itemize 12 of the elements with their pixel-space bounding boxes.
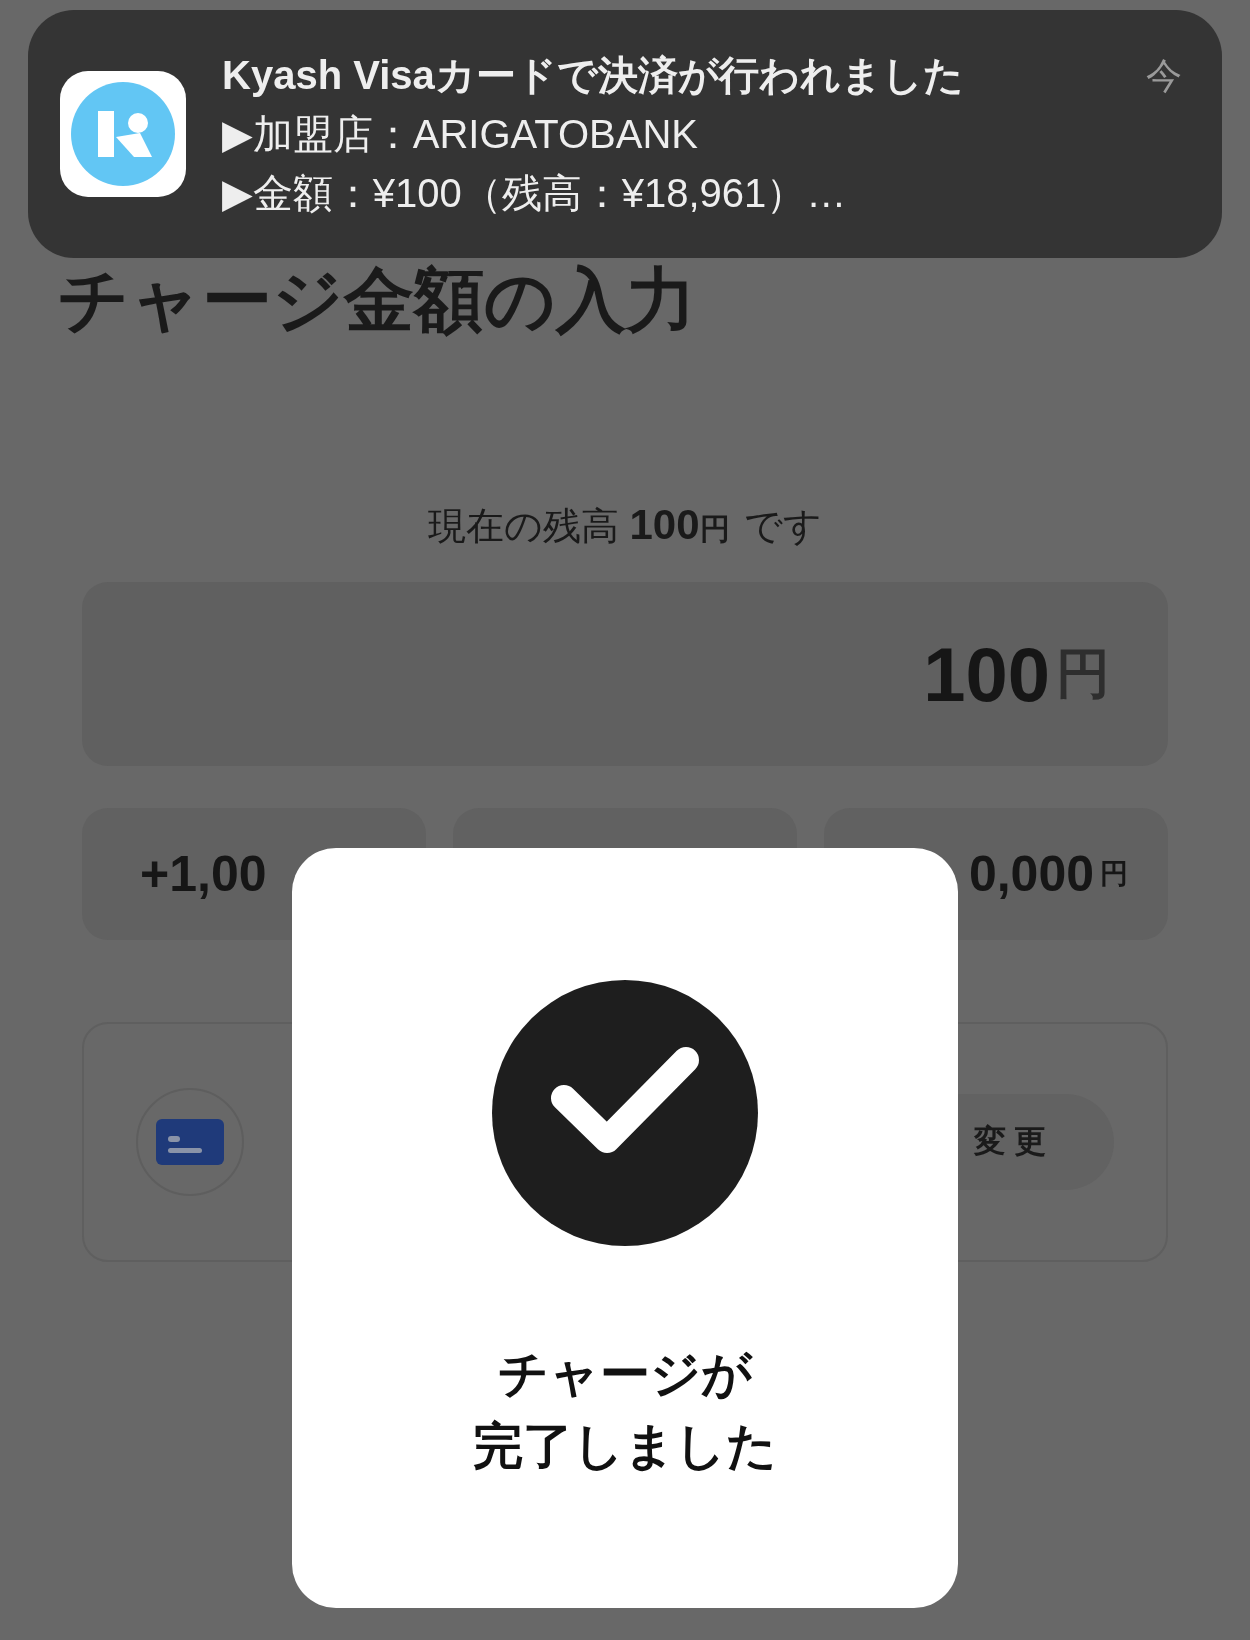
app-icon xyxy=(60,71,186,197)
balance-text: 現在の残高 100円 です xyxy=(427,501,823,550)
success-message: チャージが xyxy=(498,1345,752,1404)
page-title: チャージ金額の入力 xyxy=(58,262,696,339)
notification-title: Kyash Visaカードで決済が行われました xyxy=(222,51,965,99)
success-message: 完了しました xyxy=(473,1417,777,1476)
notification-banner[interactable]: Kyash Visaカードで決済が行われました ▶加盟店：ARIGATOBANK ▶金額：¥100（残高：¥18,961）… 今 xyxy=(28,10,1222,258)
card-icon xyxy=(136,1088,244,1196)
notification-text: ▶金額：¥100（残高：¥18,961）… xyxy=(222,169,848,217)
notification-text: ▶加盟店：ARIGATOBANK xyxy=(222,110,699,158)
notification-time: 今 xyxy=(1146,54,1182,98)
checkmark-icon xyxy=(492,980,758,1246)
